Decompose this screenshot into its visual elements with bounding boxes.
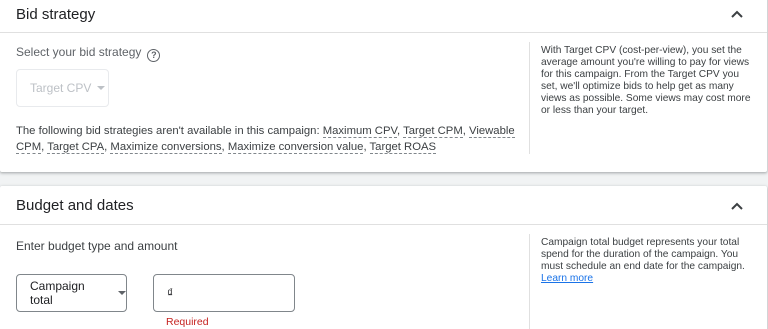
bid-strategy-selected-value: Target CPV	[30, 81, 92, 95]
bid-strategy-help-text: With Target CPV (cost-per-view), you set…	[541, 45, 751, 116]
strategy-target-roas[interactable]: Target ROAS	[369, 141, 437, 154]
header-divider	[0, 224, 767, 225]
enter-budget-label: Enter budget type and amount	[16, 239, 178, 253]
budget-type-value: Campaign total	[30, 279, 85, 307]
strategy-target-cpa[interactable]: Target CPA	[47, 141, 105, 154]
header-divider	[0, 32, 767, 33]
select-bid-strategy-text: Select your bid strategy	[16, 45, 142, 59]
side-divider	[529, 42, 530, 154]
budget-amount-input[interactable]: ₫	[153, 274, 295, 312]
learn-more-link[interactable]: Learn more	[541, 273, 593, 284]
currency-symbol: ₫	[167, 286, 174, 300]
bid-strategy-card: Bid strategy Select your bid strategy? T…	[0, 0, 767, 172]
budget-header[interactable]: Budget and dates	[0, 186, 767, 224]
dropdown-arrow-icon	[118, 291, 126, 295]
select-bid-strategy-label: Select your bid strategy?	[16, 45, 161, 62]
strategy-maximum-cpv[interactable]: Maximum CPV	[322, 125, 398, 138]
strategy-maximize-conversions[interactable]: Maximize conversions	[110, 141, 222, 154]
unavailable-prefix: The following bid strategies aren't avai…	[16, 125, 323, 137]
bid-strategy-title: Bid strategy	[16, 5, 96, 23]
required-error: Required	[166, 316, 209, 328]
chevron-up-icon[interactable]	[729, 6, 745, 22]
budget-type-select[interactable]: Campaign total	[16, 274, 127, 312]
budget-help-text: Campaign total budget represents your to…	[541, 237, 751, 285]
help-icon[interactable]: ?	[147, 49, 161, 62]
strategy-target-cpm[interactable]: Target CPM	[403, 125, 463, 138]
bid-strategy-select: Target CPV	[16, 69, 109, 107]
strategy-maximize-conversion-value[interactable]: Maximize conversion value	[227, 141, 364, 154]
budget-card: Budget and dates Enter budget type and a…	[0, 186, 767, 329]
budget-title: Budget and dates	[16, 196, 134, 214]
bid-strategy-header[interactable]: Bid strategy	[0, 0, 767, 32]
side-divider	[529, 234, 530, 329]
dropdown-arrow-icon	[97, 86, 106, 90]
unavailable-strategies-text: The following bid strategies aren't avai…	[16, 125, 515, 154]
chevron-up-icon[interactable]	[729, 198, 745, 214]
budget-help-body: Campaign total budget represents your to…	[541, 237, 745, 272]
